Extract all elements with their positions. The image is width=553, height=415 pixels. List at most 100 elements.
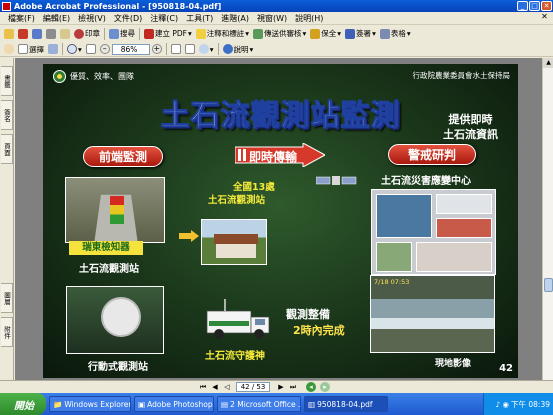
house-wall — [216, 244, 256, 258]
explorer-icon: 📁 — [53, 399, 63, 409]
email-icon — [60, 28, 70, 39]
document-close-icon[interactable]: ✕ — [540, 13, 549, 22]
menu-window[interactable]: 視窗(W) — [253, 13, 291, 24]
menu-document[interactable]: 文件(D) — [110, 13, 146, 24]
tab-layers[interactable]: 圖層 — [1, 283, 13, 313]
task-acrobat-document[interactable]: ▥ 950818-04.pdf — [304, 396, 388, 412]
sign-label: 簽署 — [356, 29, 372, 38]
hand-icon — [4, 44, 14, 54]
first-page-icon[interactable]: ⏮ — [198, 382, 208, 392]
tab-attachments[interactable]: 附件 — [1, 317, 13, 347]
minimize-button[interactable]: _ — [517, 1, 528, 11]
zoom-out-button[interactable]: – — [98, 43, 112, 56]
stamp-label: 印章 — [85, 29, 100, 38]
create-pdf-button[interactable]: 建立 PDF ▾ — [142, 27, 194, 40]
site-photo: 7/18 07:53 — [370, 275, 495, 353]
menu-tools[interactable]: 工具(T) — [182, 13, 217, 24]
title-bar: Adobe Acrobat Professional - [950818-04.… — [0, 0, 553, 12]
email-button[interactable] — [58, 27, 72, 40]
help-button[interactable]: 說明 ▾ — [221, 43, 256, 56]
open-button[interactable] — [2, 27, 16, 40]
pen-icon — [345, 28, 356, 39]
clock: 下午 08:39 — [511, 399, 550, 409]
menu-help[interactable]: 說明(H) — [291, 13, 327, 24]
site-caption: 現地影像 — [435, 359, 472, 369]
send-review-button[interactable]: 傳送供審核 ▾ — [251, 27, 308, 40]
help-icon — [222, 44, 233, 54]
task-windows-explorer[interactable]: 📁 Windows Explorer — [49, 396, 131, 412]
forms-icon — [379, 28, 390, 39]
subtitle-line-1: 提供即時 — [448, 113, 493, 126]
menu-view[interactable]: 檢視(V) — [74, 13, 110, 24]
snapshot-button[interactable] — [46, 43, 60, 56]
back-icon[interactable]: ◂ — [306, 382, 316, 392]
close-button[interactable]: ✕ — [541, 1, 552, 11]
prev-page-icon[interactable]: ◀ — [210, 382, 220, 392]
search-button[interactable]: 搜尋 — [107, 27, 137, 40]
disaster-center-screen — [371, 189, 496, 275]
menu-advanced[interactable]: 進階(A) — [217, 13, 253, 24]
network-icon[interactable]: ◉ — [502, 400, 509, 409]
sign-button[interactable]: 簽署 ▾ — [343, 27, 378, 40]
task-label: Windows Explorer — [64, 399, 131, 409]
forward-icon[interactable]: ▸ — [320, 382, 330, 392]
zoom-level-field[interactable]: 86% — [111, 43, 150, 55]
house-photo — [201, 219, 267, 265]
warning-sign — [110, 196, 124, 224]
acrobat-window: Adobe Acrobat Professional - [950818-04.… — [0, 0, 553, 415]
start-button[interactable]: 開始 — [0, 393, 46, 415]
maximize-button[interactable]: □ — [529, 1, 540, 11]
create-pdf-icon — [18, 28, 28, 39]
office-icon: ▤ — [221, 399, 229, 409]
stamp-button[interactable]: 印章 — [72, 27, 102, 40]
plus-icon: + — [151, 44, 162, 54]
page-navigation-bar: ⏮ ◀ ◁ 42 / 53 ▶ ⏭ ◂ ▸ — [0, 380, 553, 392]
select-label: 選擇 — [29, 44, 44, 54]
print-button[interactable] — [44, 27, 58, 40]
satellite-icon — [316, 176, 357, 185]
photoshop-icon: ▣ — [138, 399, 146, 409]
page-number-field[interactable]: 42 / 53 — [236, 382, 270, 392]
national-13-line-2: 土石流觀測站 — [208, 195, 266, 206]
scroll-thumb[interactable] — [544, 278, 553, 292]
lock-icon — [310, 28, 321, 39]
rotate-button[interactable]: ▾ — [197, 43, 216, 56]
menu-comments[interactable]: 注釋(C) — [146, 13, 182, 24]
select-tool-button[interactable]: 選擇 — [16, 43, 46, 56]
task-label: 950818-04.pdf — [317, 399, 373, 409]
secure-button[interactable]: 保全 ▾ — [308, 27, 343, 40]
vertical-scrollbar[interactable]: ▲ — [542, 58, 553, 380]
alert-panel — [436, 218, 492, 238]
zoom-in-button[interactable]: + — [150, 43, 164, 56]
toolbar-separator — [62, 43, 63, 55]
task-microsoft-office[interactable]: ▤ 2 Microsoft Office ... — [217, 396, 301, 412]
radar-map-panel — [376, 194, 432, 238]
slide-organization: 行政院農業委員會水土保持局 — [412, 71, 511, 80]
next-page-icon[interactable]: ▶ — [276, 382, 286, 392]
menu-edit[interactable]: 編輯(E) — [39, 13, 74, 24]
save-button[interactable] — [30, 27, 44, 40]
subtitle-line-2: 土石流資訊 — [443, 128, 498, 141]
menu-file[interactable]: 檔案(F) — [4, 13, 39, 24]
hand-tool-button[interactable] — [2, 43, 16, 56]
volume-icon[interactable]: ♪ — [496, 400, 501, 409]
sensor-tag: 瑞東檢知器 — [69, 241, 143, 255]
comment-markup-button[interactable]: 注釋和標註 ▾ — [194, 27, 251, 40]
slide-motto: 優質、效率、團隊 — [70, 72, 134, 81]
forms-button[interactable]: 表格 ▾ — [378, 27, 413, 40]
task-photoshop[interactable]: ▣ Adobe Photoshop — [134, 396, 214, 412]
create-button[interactable] — [16, 27, 30, 40]
fit-width-button[interactable] — [183, 43, 197, 56]
tab-signatures[interactable]: 簽名 — [1, 100, 13, 130]
scroll-up-icon[interactable]: ▲ — [543, 58, 553, 68]
pdf-page-slide: 優質、效率、團隊 行政院農業委員會水土保持局 土石流觀測站監測 提供即時 土石流… — [43, 64, 518, 378]
tab-bookmarks[interactable]: 書籤 — [1, 66, 13, 96]
last-page-icon[interactable]: ⏭ — [288, 382, 298, 392]
page-size-button[interactable] — [84, 43, 98, 56]
fit-page-icon — [170, 44, 181, 54]
tab-pages[interactable]: 頁面 — [1, 134, 13, 164]
camera-icon — [48, 44, 58, 54]
zoom-tool-button[interactable]: ▾ — [65, 43, 84, 56]
fit-page-button[interactable] — [169, 43, 183, 56]
prev-view-icon[interactable]: ◁ — [222, 382, 232, 392]
